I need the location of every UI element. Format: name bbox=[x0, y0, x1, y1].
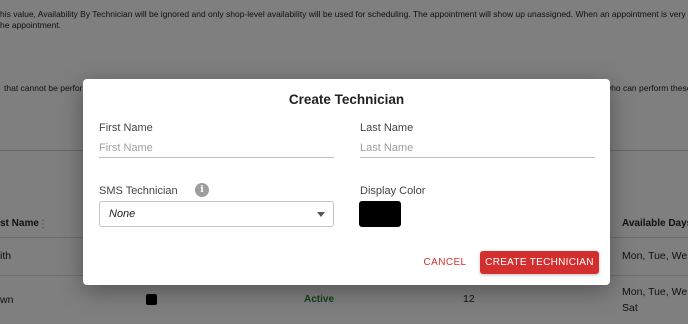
display-color-label: Display Color bbox=[360, 185, 426, 197]
last-name-input[interactable] bbox=[360, 138, 595, 158]
sms-technician-select[interactable]: None bbox=[99, 201, 334, 227]
dialog-title: Create Technician bbox=[288, 92, 405, 107]
create-technician-button[interactable]: CREATE TECHNICIAN bbox=[480, 251, 599, 274]
cancel-button[interactable]: CANCEL bbox=[415, 251, 475, 273]
dropdown-arrow-icon bbox=[317, 212, 325, 217]
create-technician-dialog: Create Technician First Name Last Name S… bbox=[83, 79, 610, 285]
info-icon[interactable]: i bbox=[195, 183, 209, 197]
sms-technician-label: SMS Technician bbox=[99, 185, 178, 197]
first-name-label: First Name bbox=[99, 122, 153, 134]
last-name-label: Last Name bbox=[360, 122, 414, 134]
display-color-picker[interactable] bbox=[359, 201, 401, 227]
first-name-input[interactable] bbox=[99, 138, 334, 158]
sms-technician-selected-value: None bbox=[109, 208, 136, 220]
